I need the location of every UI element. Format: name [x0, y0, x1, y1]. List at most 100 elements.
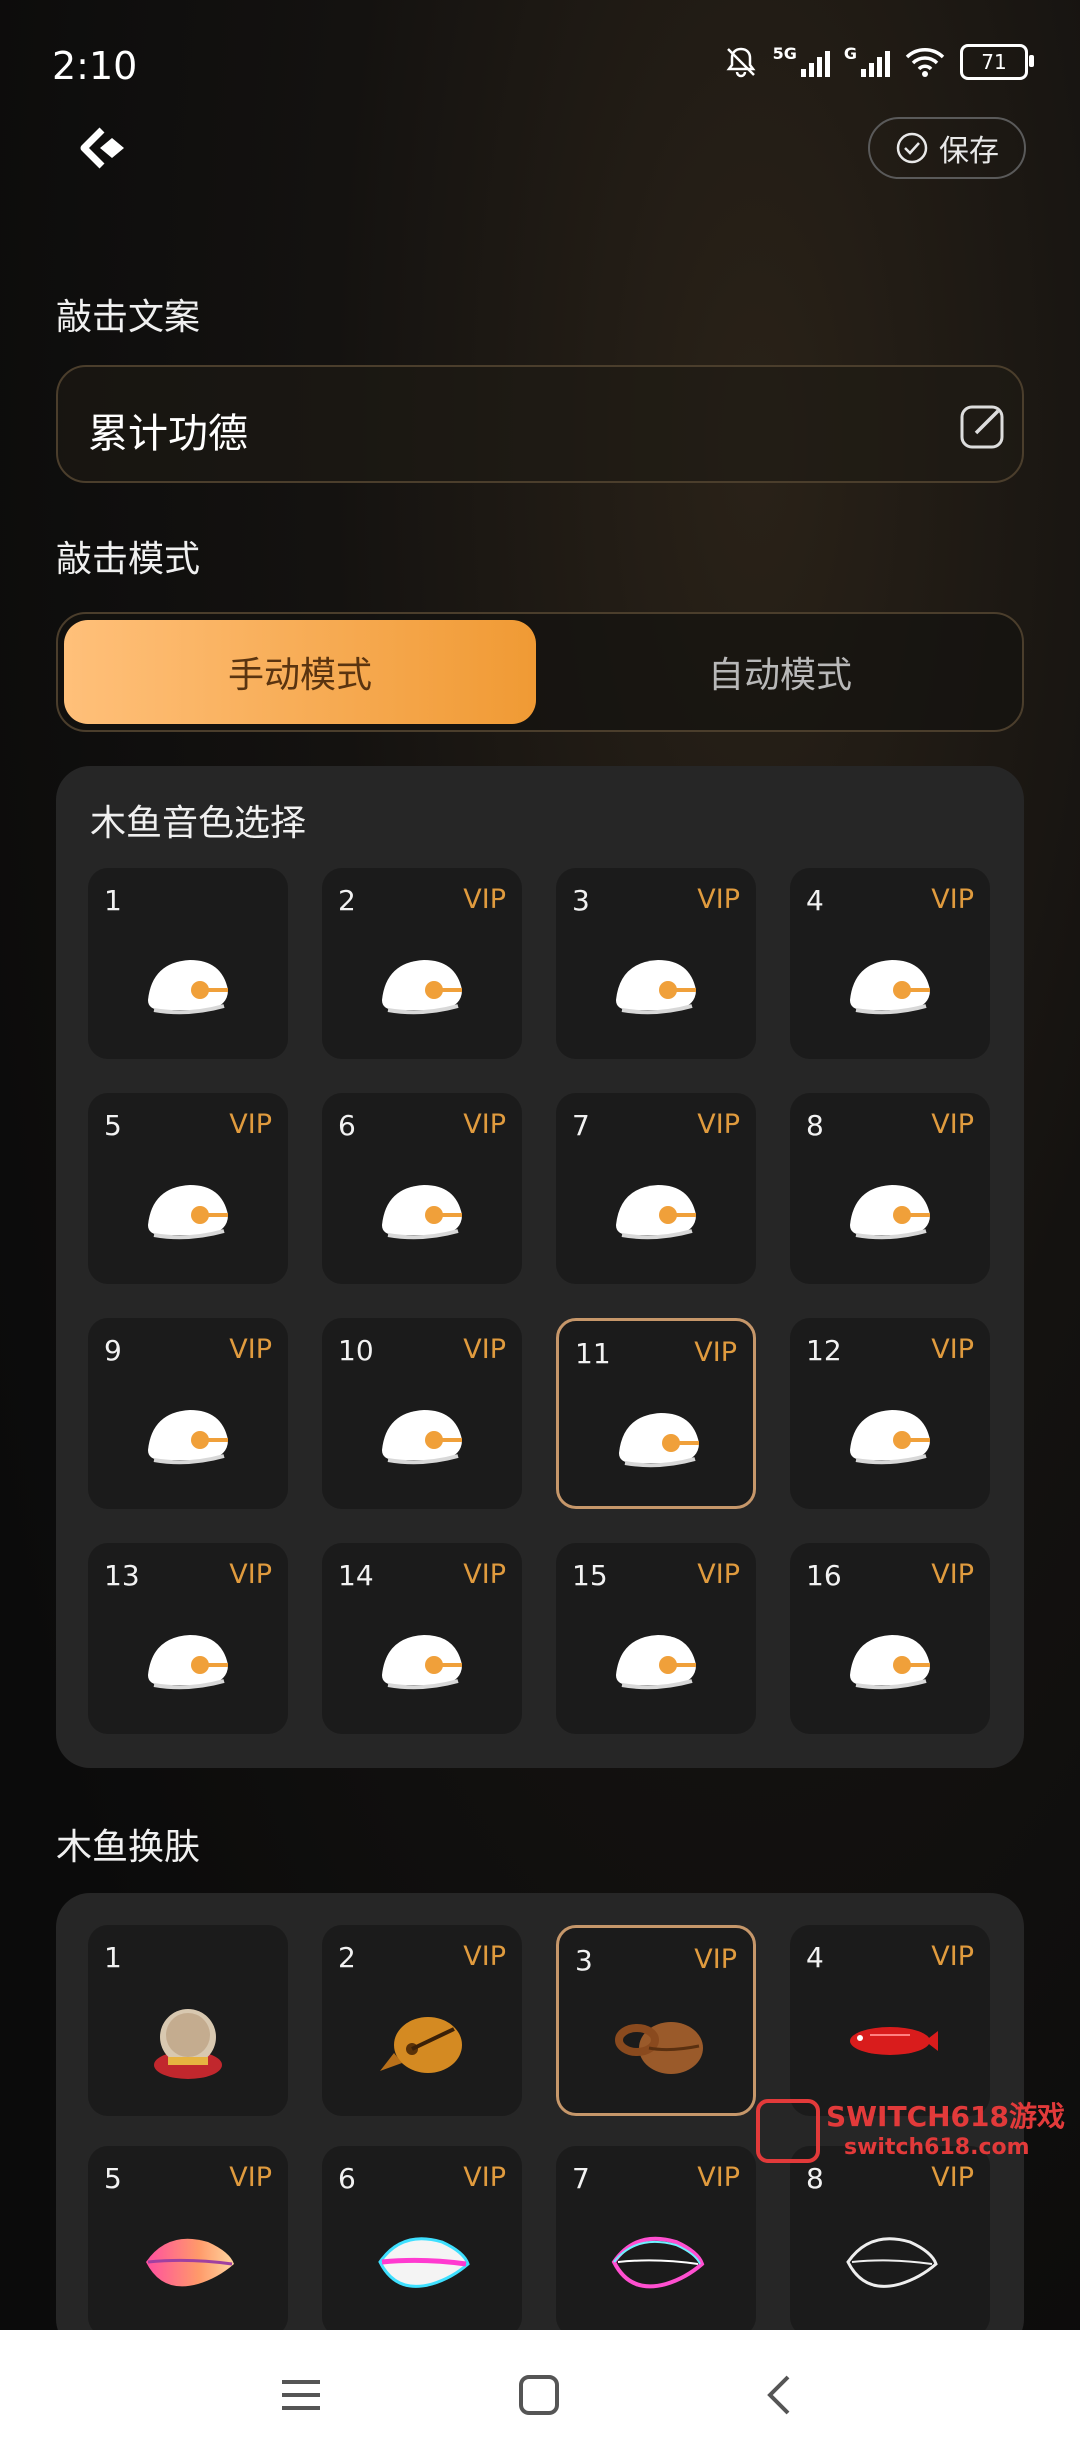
wooden-fish-icon [138, 1384, 238, 1488]
watermark-switch-icon [756, 2099, 820, 2163]
sound-number: 5 [104, 1109, 122, 1142]
back-arrow-icon [80, 127, 124, 169]
sound-tile[interactable]: 6 VIP [322, 1093, 522, 1284]
back-nav-icon[interactable] [760, 2374, 802, 2416]
sound-tile[interactable]: 1 [88, 868, 288, 1059]
system-nav-bar [0, 2330, 1080, 2460]
sound-number: 13 [104, 1559, 140, 1592]
sound-number: 7 [572, 1109, 590, 1142]
manual-mode-button[interactable]: 手动模式 [64, 620, 536, 724]
skin-number: 7 [572, 2162, 590, 2195]
strike-text-value: 累计功德 [88, 411, 248, 457]
sound-number: 15 [572, 1559, 608, 1592]
save-button[interactable]: 保存 [868, 117, 1026, 179]
vip-badge: VIP [694, 1337, 737, 1368]
glow-outline-icon [606, 2212, 706, 2316]
vip-badge: VIP [229, 2162, 272, 2193]
vip-badge: VIP [229, 1559, 272, 1590]
skin-number: 6 [338, 2162, 356, 2195]
wooden-fish-icon [840, 934, 940, 1038]
vip-badge: VIP [463, 1334, 506, 1365]
skin-number: 5 [104, 2162, 122, 2195]
sound-tile[interactable]: 5 VIP [88, 1093, 288, 1284]
edit-icon[interactable] [958, 401, 1008, 451]
wooden-fish-icon [606, 1609, 706, 1713]
sound-number: 4 [806, 884, 824, 917]
skin-number: 3 [575, 1944, 593, 1977]
vip-badge: VIP [931, 1109, 974, 1140]
sound-tile[interactable]: 7 VIP [556, 1093, 756, 1284]
sound-number: 2 [338, 884, 356, 917]
skin-tile[interactable]: 7 VIP [556, 2146, 756, 2337]
status-time: 2:10 [52, 44, 138, 88]
sound-number: 14 [338, 1559, 374, 1592]
signal-2-icon [861, 47, 890, 77]
sound-number: 12 [806, 1334, 842, 1367]
red-fish-icon [840, 1991, 940, 2095]
vip-badge: VIP [697, 884, 740, 915]
skin-tile[interactable]: 2 VIP [322, 1925, 522, 2116]
wooden-fish-icon [840, 1609, 940, 1713]
skin-tile[interactable]: 8 VIP [790, 2146, 990, 2337]
wooden-fish-icon [138, 934, 238, 1038]
sound-tile[interactable]: 10 VIP [322, 1318, 522, 1509]
sound-tile[interactable]: 15 VIP [556, 1543, 756, 1734]
sound-tile[interactable]: 12 VIP [790, 1318, 990, 1509]
vip-badge: VIP [463, 1559, 506, 1590]
skin-tile[interactable]: 5 VIP [88, 2146, 288, 2337]
skin-number: 1 [104, 1941, 122, 1974]
skin-tile[interactable]: 6 VIP [322, 2146, 522, 2337]
vip-badge: VIP [463, 884, 506, 915]
sound-tile[interactable]: 8 VIP [790, 1093, 990, 1284]
sound-tile[interactable]: 14 VIP [322, 1543, 522, 1734]
wooden-fish-icon [372, 1159, 472, 1263]
vip-badge: VIP [229, 1109, 272, 1140]
skin-tile[interactable]: 4 VIP [790, 1925, 990, 2116]
wooden-fish-icon [840, 1384, 940, 1488]
vip-badge: VIP [463, 1109, 506, 1140]
watermark-logo: SWITCH618游戏 switch618.com [756, 2095, 1076, 2171]
menu-icon[interactable] [280, 2374, 322, 2416]
vip-badge: VIP [229, 1334, 272, 1365]
vip-badge: VIP [694, 1944, 737, 1975]
status-bar: 2:10 5G G 71 [0, 0, 1080, 130]
sound-tile[interactable]: 16 VIP [790, 1543, 990, 1734]
vip-badge: VIP [697, 1559, 740, 1590]
wooden-fish-icon [372, 934, 472, 1038]
strike-text-field[interactable]: 累计功德 [56, 365, 1024, 483]
vip-badge: VIP [463, 2162, 506, 2193]
sound-tile[interactable]: 9 VIP [88, 1318, 288, 1509]
skin-tile[interactable]: 3 VIP [556, 1925, 756, 2116]
sound-tile[interactable]: 13 VIP [88, 1543, 288, 1734]
wooden-fish-icon [372, 1384, 472, 1488]
white-outline-icon [840, 2212, 940, 2316]
vip-badge: VIP [931, 1334, 974, 1365]
skin-tile[interactable]: 1 [88, 1925, 288, 2116]
sound-number: 11 [575, 1337, 611, 1370]
skin-number: 4 [806, 1941, 824, 1974]
wood-fish-icon [609, 1994, 709, 2098]
skin-section-label: 木鱼换肤 [56, 1827, 201, 1868]
status-icons: 5G G 71 [723, 44, 1034, 80]
sound-tile[interactable]: 3 VIP [556, 868, 756, 1059]
sound-tile[interactable]: 4 VIP [790, 868, 990, 1059]
sound-number: 1 [104, 884, 122, 917]
auto-mode-button[interactable]: 自动模式 [544, 620, 1016, 724]
wooden-fish-icon [840, 1159, 940, 1263]
neon-shell-icon [372, 2212, 472, 2316]
sound-number: 8 [806, 1109, 824, 1142]
home-icon[interactable] [518, 2374, 560, 2416]
strike-mode-label: 敲击模式 [56, 539, 201, 580]
wooden-fish-icon [606, 934, 706, 1038]
strike-text-label: 敲击文案 [56, 297, 201, 338]
sound-tile[interactable]: 11 VIP [556, 1318, 756, 1509]
sound-number: 9 [104, 1334, 122, 1367]
vip-badge: VIP [931, 1559, 974, 1590]
sound-panel-title: 木鱼音色选择 [90, 803, 307, 844]
wooden-fish-icon [606, 1159, 706, 1263]
wooden-fish-icon [609, 1387, 709, 1491]
sound-number: 16 [806, 1559, 842, 1592]
sound-tile[interactable]: 2 VIP [322, 868, 522, 1059]
sound-number: 3 [572, 884, 590, 917]
back-button[interactable] [72, 118, 144, 178]
